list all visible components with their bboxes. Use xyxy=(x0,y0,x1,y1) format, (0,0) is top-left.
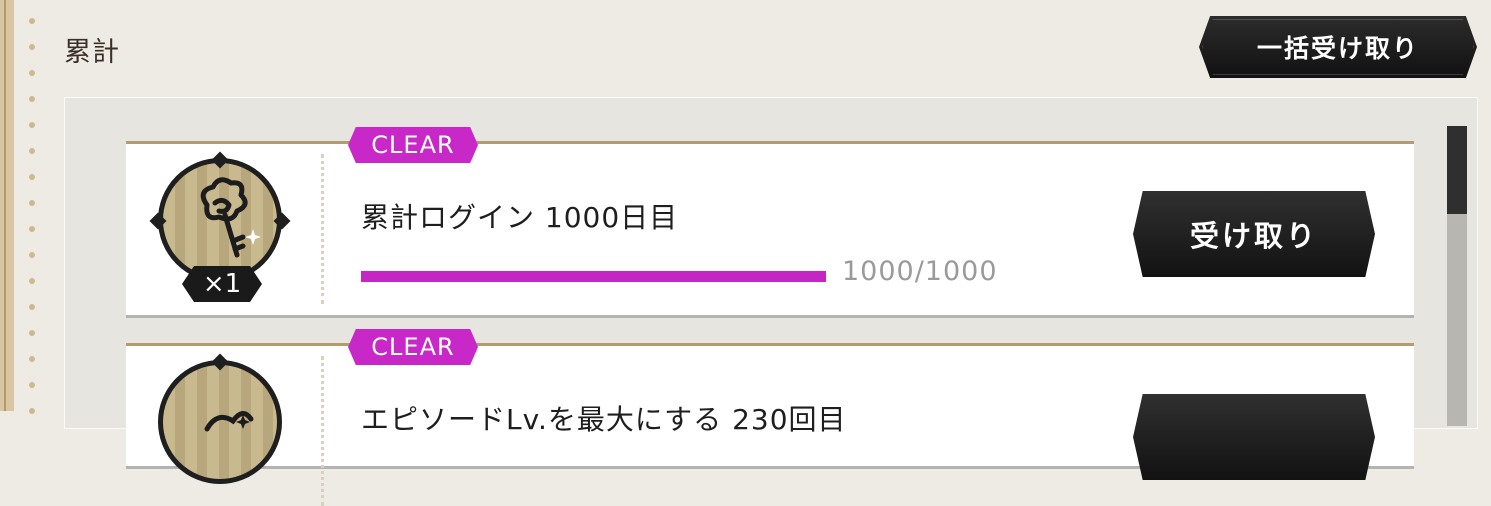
scrollbar[interactable] xyxy=(1447,126,1467,426)
clear-status-tag: CLEAR xyxy=(348,127,478,163)
card-divider xyxy=(321,356,324,506)
mission-card: CLEAR エピソードLv.を最大にする 230回目 xyxy=(126,329,1414,506)
progress-text: 1000/1000 xyxy=(842,256,998,287)
clear-status-tag: CLEAR xyxy=(348,329,478,365)
dotted-border-decoration xyxy=(27,0,37,414)
mission-card: CLEAR ×1 累計ログイン 1000日目 1000/1000 受け取り xyxy=(126,127,1414,318)
receive-button[interactable] xyxy=(1133,394,1375,480)
reward-quantity-badge: ×1 xyxy=(182,266,262,302)
bulk-receive-button[interactable]: 一括受け取り xyxy=(1199,16,1477,78)
receive-button[interactable]: 受け取り xyxy=(1133,191,1375,277)
mission-title: 累計ログイン 1000日目 xyxy=(361,201,679,234)
left-decorative-rail xyxy=(0,0,14,411)
card-divider xyxy=(321,154,324,304)
reward-medal xyxy=(158,158,282,282)
scrollbar-thumb[interactable] xyxy=(1447,126,1467,214)
progress-bar-fill xyxy=(361,271,826,282)
receive-button-label: 受け取り xyxy=(1189,219,1318,253)
key-icon xyxy=(200,177,261,258)
mission-title: エピソードLv.を最大にする 230回目 xyxy=(361,403,847,436)
reward-icon xyxy=(204,411,254,432)
progress-bar xyxy=(361,271,826,282)
section-title: 累計 xyxy=(64,37,120,68)
reward-medal xyxy=(158,360,282,484)
bulk-receive-label: 一括受け取り xyxy=(1256,34,1419,63)
